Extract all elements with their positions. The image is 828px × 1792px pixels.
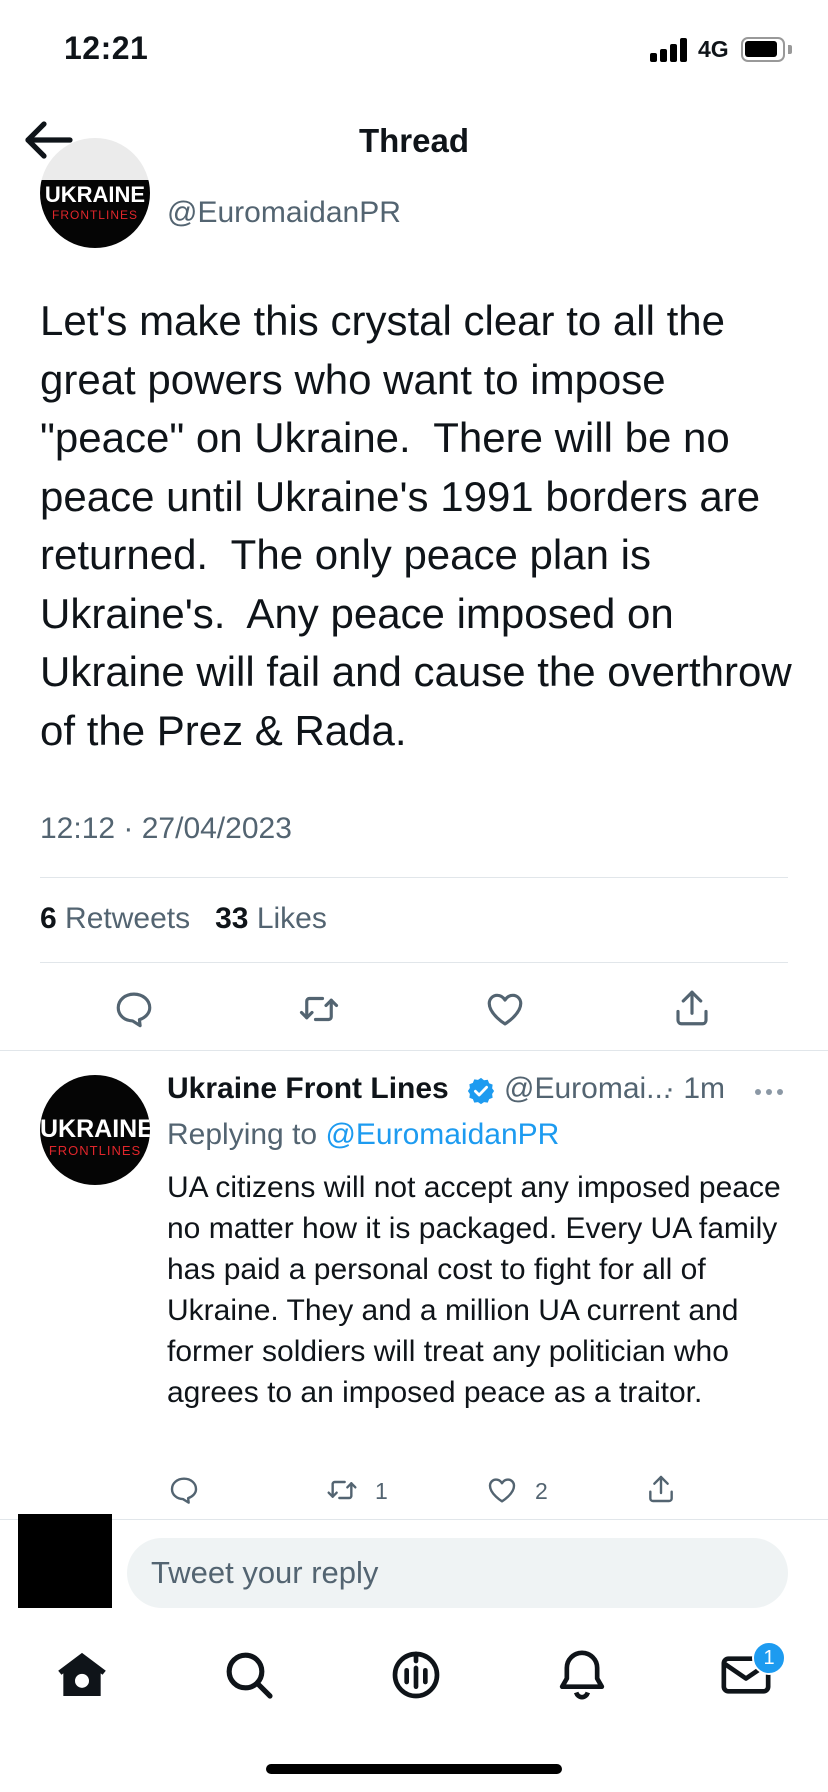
nav-header: Thread — [0, 100, 828, 180]
retweet-icon[interactable] — [297, 988, 341, 1030]
reply-retweet-count: 1 — [375, 1478, 388, 1504]
avatar-subtitle: FRONTLINES — [48, 1143, 142, 1158]
avatar-wordmark: UKRAINE — [40, 1115, 150, 1143]
share-icon[interactable] — [671, 987, 713, 1029]
like-icon[interactable] — [484, 988, 526, 1030]
signal-icon — [650, 38, 690, 62]
reply-author-handle[interactable]: @Euromai... — [504, 1072, 671, 1106]
reply-author-avatar[interactable]: UKRAINE FRONTLINES — [40, 1075, 150, 1185]
replying-to: Replying to @EuromaidanPR — [167, 1118, 559, 1152]
like-icon[interactable] — [486, 1474, 518, 1506]
divider — [0, 1050, 828, 1051]
reply-icon[interactable] — [113, 988, 155, 1030]
status-time: 12:21 — [64, 30, 149, 66]
reply-text: UA citizens will not accept any imposed … — [167, 1171, 781, 1409]
compose-bar — [0, 1514, 828, 1614]
reply-time: · 1m — [665, 1072, 725, 1105]
reply-icon[interactable] — [168, 1474, 200, 1506]
reply-author-name[interactable]: Ukraine Front Lines — [167, 1072, 449, 1106]
reply-like-count: 2 — [535, 1478, 548, 1504]
avatar-subtitle: FRONTLINES — [51, 208, 138, 222]
battery-icon — [741, 37, 785, 62]
avatar — [18, 1514, 112, 1608]
home-icon[interactable] — [54, 1647, 110, 1703]
search-icon[interactable] — [221, 1647, 277, 1703]
share-icon[interactable] — [645, 1473, 677, 1505]
author-handle[interactable]: @EuromaidanPR — [167, 196, 401, 230]
tweet-text: Let's make this crystal clear to all the… — [40, 297, 804, 754]
messages-badge: 1 — [752, 1641, 786, 1675]
likes-count[interactable]: 33 — [215, 902, 248, 935]
tweet-stats: 6 Retweets 33 Likes — [40, 902, 327, 936]
notifications-icon[interactable] — [554, 1647, 610, 1703]
page-title: Thread — [358, 122, 470, 159]
more-options-icon[interactable] — [754, 1088, 784, 1096]
avatar-wordmark: UKRAINE — [44, 182, 146, 207]
status-bar: 12:21 4G — [0, 0, 828, 100]
tweet-timestamp: 12:12 · 27/04/2023 — [40, 812, 292, 845]
divider — [40, 877, 788, 878]
home-indicator — [266, 1764, 562, 1774]
likes-label[interactable]: Likes — [257, 902, 327, 935]
spaces-icon[interactable] — [388, 1647, 444, 1703]
verified-badge-icon — [467, 1077, 495, 1105]
battery-cap — [788, 45, 792, 54]
replying-to-link[interactable]: @EuromaidanPR — [325, 1118, 559, 1151]
retweet-icon[interactable] — [325, 1474, 359, 1506]
replying-prefix: Replying to — [167, 1118, 318, 1151]
network-type: 4G — [698, 36, 729, 62]
divider — [40, 962, 788, 963]
reply-input[interactable] — [127, 1538, 788, 1608]
retweets-label[interactable]: Retweets — [65, 902, 190, 935]
retweets-count[interactable]: 6 — [40, 902, 57, 935]
